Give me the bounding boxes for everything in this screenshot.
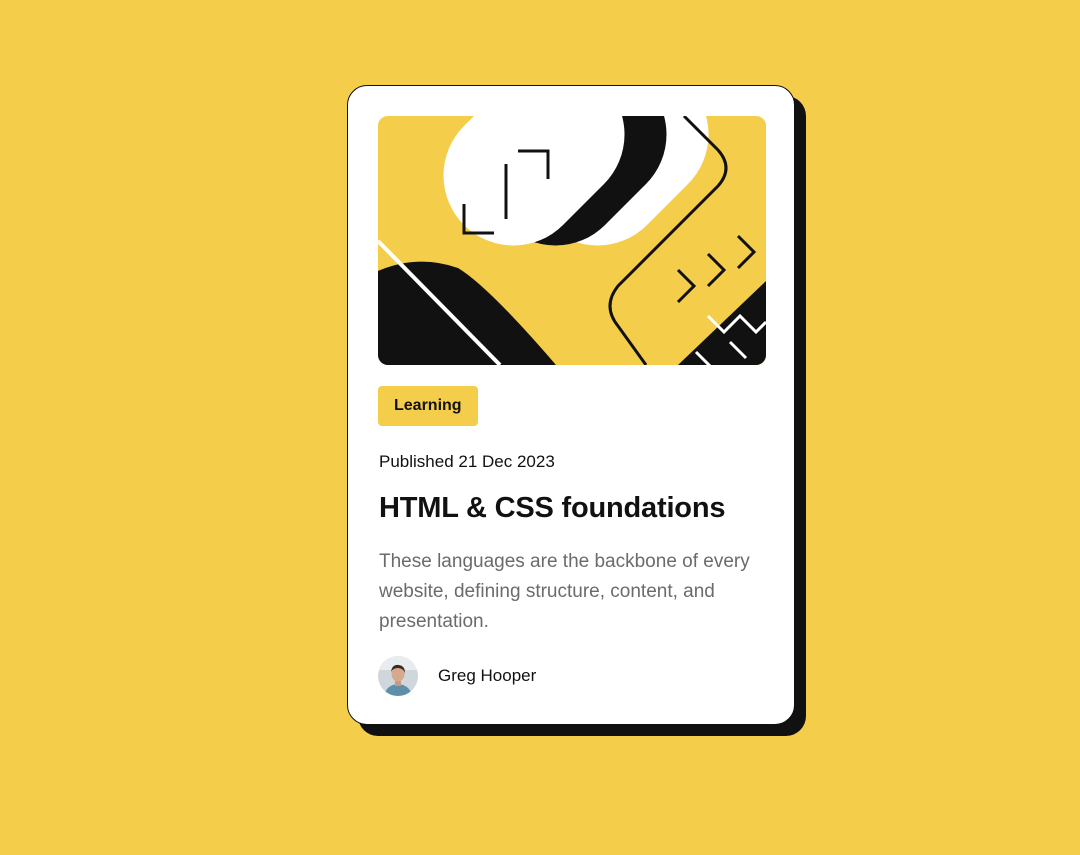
category-badge: Learning: [378, 386, 478, 426]
card-description: These languages are the backbone of ever…: [379, 551, 750, 632]
illustration-image: [378, 116, 766, 365]
blog-preview-card: Learning Published 21 Dec 2023 HTML & CS…: [347, 85, 795, 725]
author-name: Greg Hooper: [438, 666, 537, 685]
card-title[interactable]: HTML & CSS foundations: [379, 492, 725, 525]
published-date: Published 21 Dec 2023: [379, 452, 555, 471]
avatar: [378, 656, 418, 696]
author-block: Greg Hooper: [378, 656, 536, 696]
user-avatar-icon: [378, 656, 418, 696]
code-bracket-illustration-icon: [378, 116, 766, 365]
